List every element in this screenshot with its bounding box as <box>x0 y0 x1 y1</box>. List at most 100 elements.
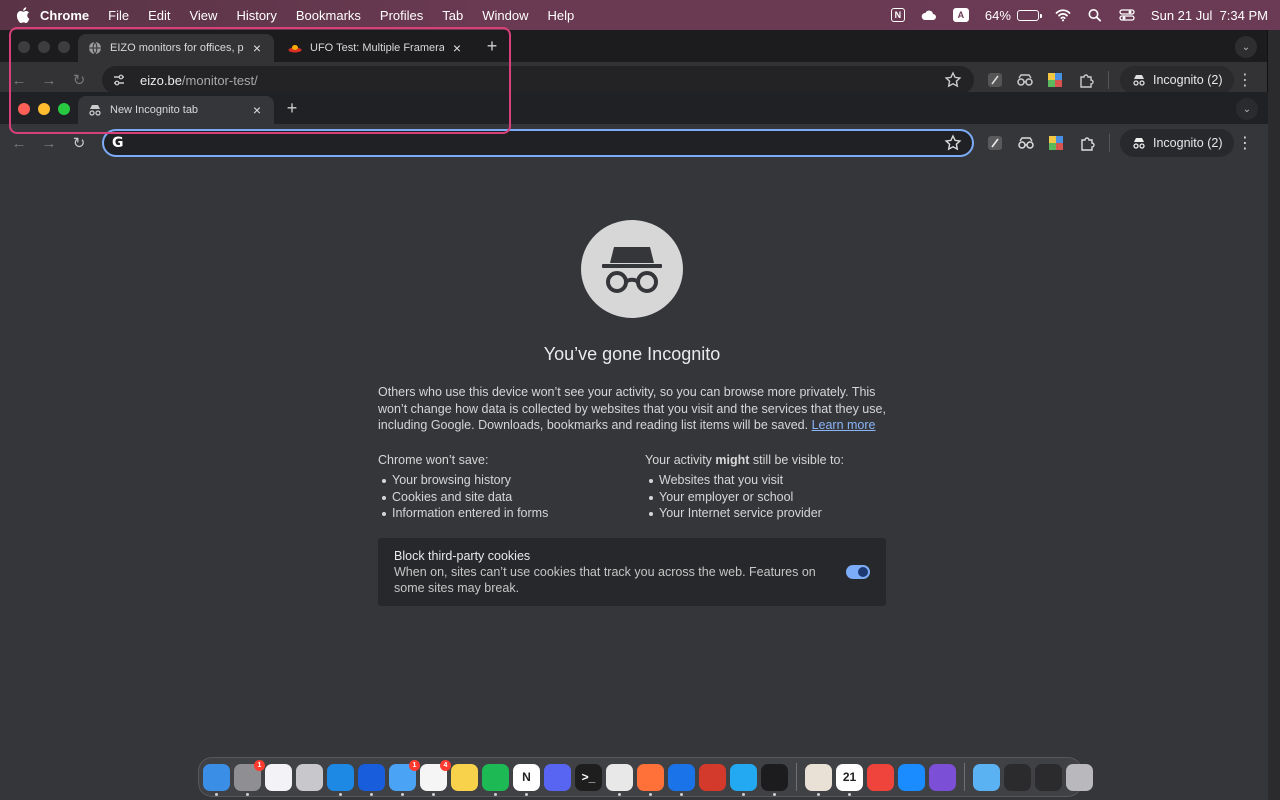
bookmark-star-icon[interactable] <box>944 134 962 152</box>
tab-search-chevron-icon[interactable]: ⌄ <box>1235 36 1257 58</box>
dock-notion-icon[interactable]: N <box>513 763 540 796</box>
menu-window[interactable]: Window <box>482 8 528 23</box>
clock[interactable]: Sun 21 Jul 7:34 PM <box>1151 8 1268 23</box>
menu-help[interactable]: Help <box>548 8 575 23</box>
battery-status[interactable]: 64% <box>985 8 1042 23</box>
more-menu-icon[interactable]: ⋮ <box>1236 71 1254 89</box>
menu-tab[interactable]: Tab <box>442 8 463 23</box>
more-menu-icon[interactable]: ⋮ <box>1236 134 1254 152</box>
dock-mail-icon[interactable]: 1 <box>389 759 420 796</box>
tab-new-incognito[interactable]: New Incognito tab × <box>78 96 274 124</box>
dock-anydesk-icon[interactable] <box>867 763 894 791</box>
dock-notes-icon[interactable] <box>451 763 478 791</box>
block-cookies-toggle[interactable] <box>846 565 870 579</box>
reload-icon[interactable]: ↻ <box>64 65 94 95</box>
dock-ramen-icon[interactable] <box>805 763 832 796</box>
glasses-extension-icon[interactable] <box>1017 134 1035 152</box>
input-source-icon[interactable]: A <box>952 8 969 22</box>
back-arrow-icon[interactable]: ← <box>4 65 34 95</box>
new-tab-button[interactable]: + <box>484 37 500 55</box>
notion-status-icon[interactable]: N <box>890 8 905 22</box>
running-indicator <box>848 792 851 796</box>
menu-bookmarks[interactable]: Bookmarks <box>296 8 361 23</box>
forward-arrow-icon[interactable]: → <box>34 128 64 158</box>
learn-more-link[interactable]: Learn more <box>812 418 876 432</box>
feather-extension-icon[interactable] <box>986 71 1004 89</box>
dock-app-store-icon[interactable] <box>898 763 925 791</box>
dock-spotify-icon[interactable] <box>482 763 509 796</box>
close-window-button[interactable] <box>18 41 30 53</box>
close-tab-icon[interactable]: × <box>450 41 464 55</box>
dock-calendar-icon[interactable]: 21 <box>836 763 863 796</box>
menu-profiles[interactable]: Profiles <box>380 8 423 23</box>
forward-arrow-icon[interactable]: → <box>34 65 64 95</box>
profile-label: Incognito (2) <box>1153 136 1223 150</box>
new-tab-button[interactable]: + <box>284 99 300 117</box>
bookmark-star-icon[interactable] <box>944 71 962 89</box>
cloud-status-icon[interactable] <box>921 8 937 22</box>
minimize-window-button[interactable] <box>38 41 50 53</box>
spy-hat-glasses-icon <box>602 247 662 293</box>
zoom-window-button[interactable] <box>58 41 70 53</box>
minimize-window-button[interactable] <box>38 103 50 115</box>
menu-edit[interactable]: Edit <box>148 8 170 23</box>
omnibox-input[interactable] <box>129 131 944 155</box>
site-info-icon[interactable] <box>112 73 126 87</box>
color-picker-extension-icon[interactable] <box>1047 134 1065 152</box>
dock-window-preview-1-icon[interactable] <box>1004 763 1031 791</box>
back-arrow-icon[interactable]: ← <box>4 128 34 158</box>
dock-discord-icon[interactable] <box>544 763 571 791</box>
tab-search-chevron-icon[interactable]: ⌄ <box>1236 98 1258 120</box>
still-visible-heading: Your activity might still be visible to: <box>645 452 844 468</box>
dock-chrome-icon[interactable] <box>606 763 633 796</box>
page-headline: You’ve gone Incognito <box>543 344 721 364</box>
close-tab-icon[interactable]: × <box>250 41 264 55</box>
tab-title: EIZO monitors for offices, photo <box>110 42 244 54</box>
reload-icon[interactable]: ↻ <box>64 128 94 158</box>
wont-save-section: Chrome won’t save: Your browsing history… <box>378 452 548 522</box>
dock-folder-icon[interactable] <box>973 763 1000 791</box>
front-address-bar[interactable]: G <box>102 129 974 157</box>
dock-icon-label: N <box>522 770 531 784</box>
extensions-puzzle-icon[interactable] <box>1078 71 1096 89</box>
menu-app-chrome[interactable]: Chrome <box>40 8 89 23</box>
extensions-puzzle-icon[interactable] <box>1079 134 1097 152</box>
dock-freeform-icon[interactable] <box>265 763 292 791</box>
close-window-button[interactable] <box>18 103 30 115</box>
running-indicator <box>370 792 373 796</box>
dock-firefox-icon[interactable] <box>637 763 664 796</box>
dock-window-preview-2-icon[interactable] <box>1035 763 1062 791</box>
apple-icon[interactable] <box>16 7 30 23</box>
dock-bitwarden-icon[interactable] <box>358 763 385 796</box>
dock-launchpad-icon[interactable] <box>296 763 323 791</box>
dock-system-settings-icon[interactable]: 1 <box>234 759 265 796</box>
dock-activity-monitor-icon[interactable] <box>761 763 788 796</box>
incognito-profile-chip[interactable]: Incognito (2) <box>1120 129 1235 157</box>
dock-trash-icon[interactable] <box>1066 763 1093 791</box>
spotlight-search-icon[interactable] <box>1087 8 1103 22</box>
glasses-extension-icon[interactable] <box>1016 71 1034 89</box>
dock-reminders-icon[interactable]: 4 <box>420 759 451 796</box>
list-item: Your browsing history <box>378 472 548 489</box>
dock-imovie-icon[interactable] <box>929 763 956 791</box>
back-address-bar[interactable]: eizo.be/monitor-test/ <box>102 66 974 94</box>
close-tab-icon[interactable]: × <box>250 103 264 117</box>
wifi-icon[interactable] <box>1055 8 1071 22</box>
menu-view[interactable]: View <box>189 8 217 23</box>
menu-file[interactable]: File <box>108 8 129 23</box>
menu-history[interactable]: History <box>236 8 276 23</box>
tab-ufo-test[interactable]: UFO Test: Multiple Framerates × <box>278 34 474 62</box>
dock-icon-label: 21 <box>842 770 857 784</box>
dock-finder-icon[interactable] <box>203 763 230 796</box>
dock-safari-icon[interactable] <box>327 763 354 796</box>
feather-extension-icon[interactable] <box>986 134 1004 152</box>
zoom-window-button[interactable] <box>58 103 70 115</box>
dock-terminal-icon[interactable]: >_ <box>575 763 602 791</box>
incognito-profile-chip[interactable]: Incognito (2) <box>1120 66 1235 94</box>
tab-eizo[interactable]: EIZO monitors for offices, photo × <box>78 34 274 62</box>
control-center-icon[interactable] <box>1119 8 1135 22</box>
dock-maps-pin-icon[interactable] <box>668 763 695 796</box>
color-picker-extension-icon[interactable] <box>1046 71 1064 89</box>
dock-database-icon[interactable] <box>699 763 726 791</box>
dock-vscode-icon[interactable] <box>730 763 757 796</box>
